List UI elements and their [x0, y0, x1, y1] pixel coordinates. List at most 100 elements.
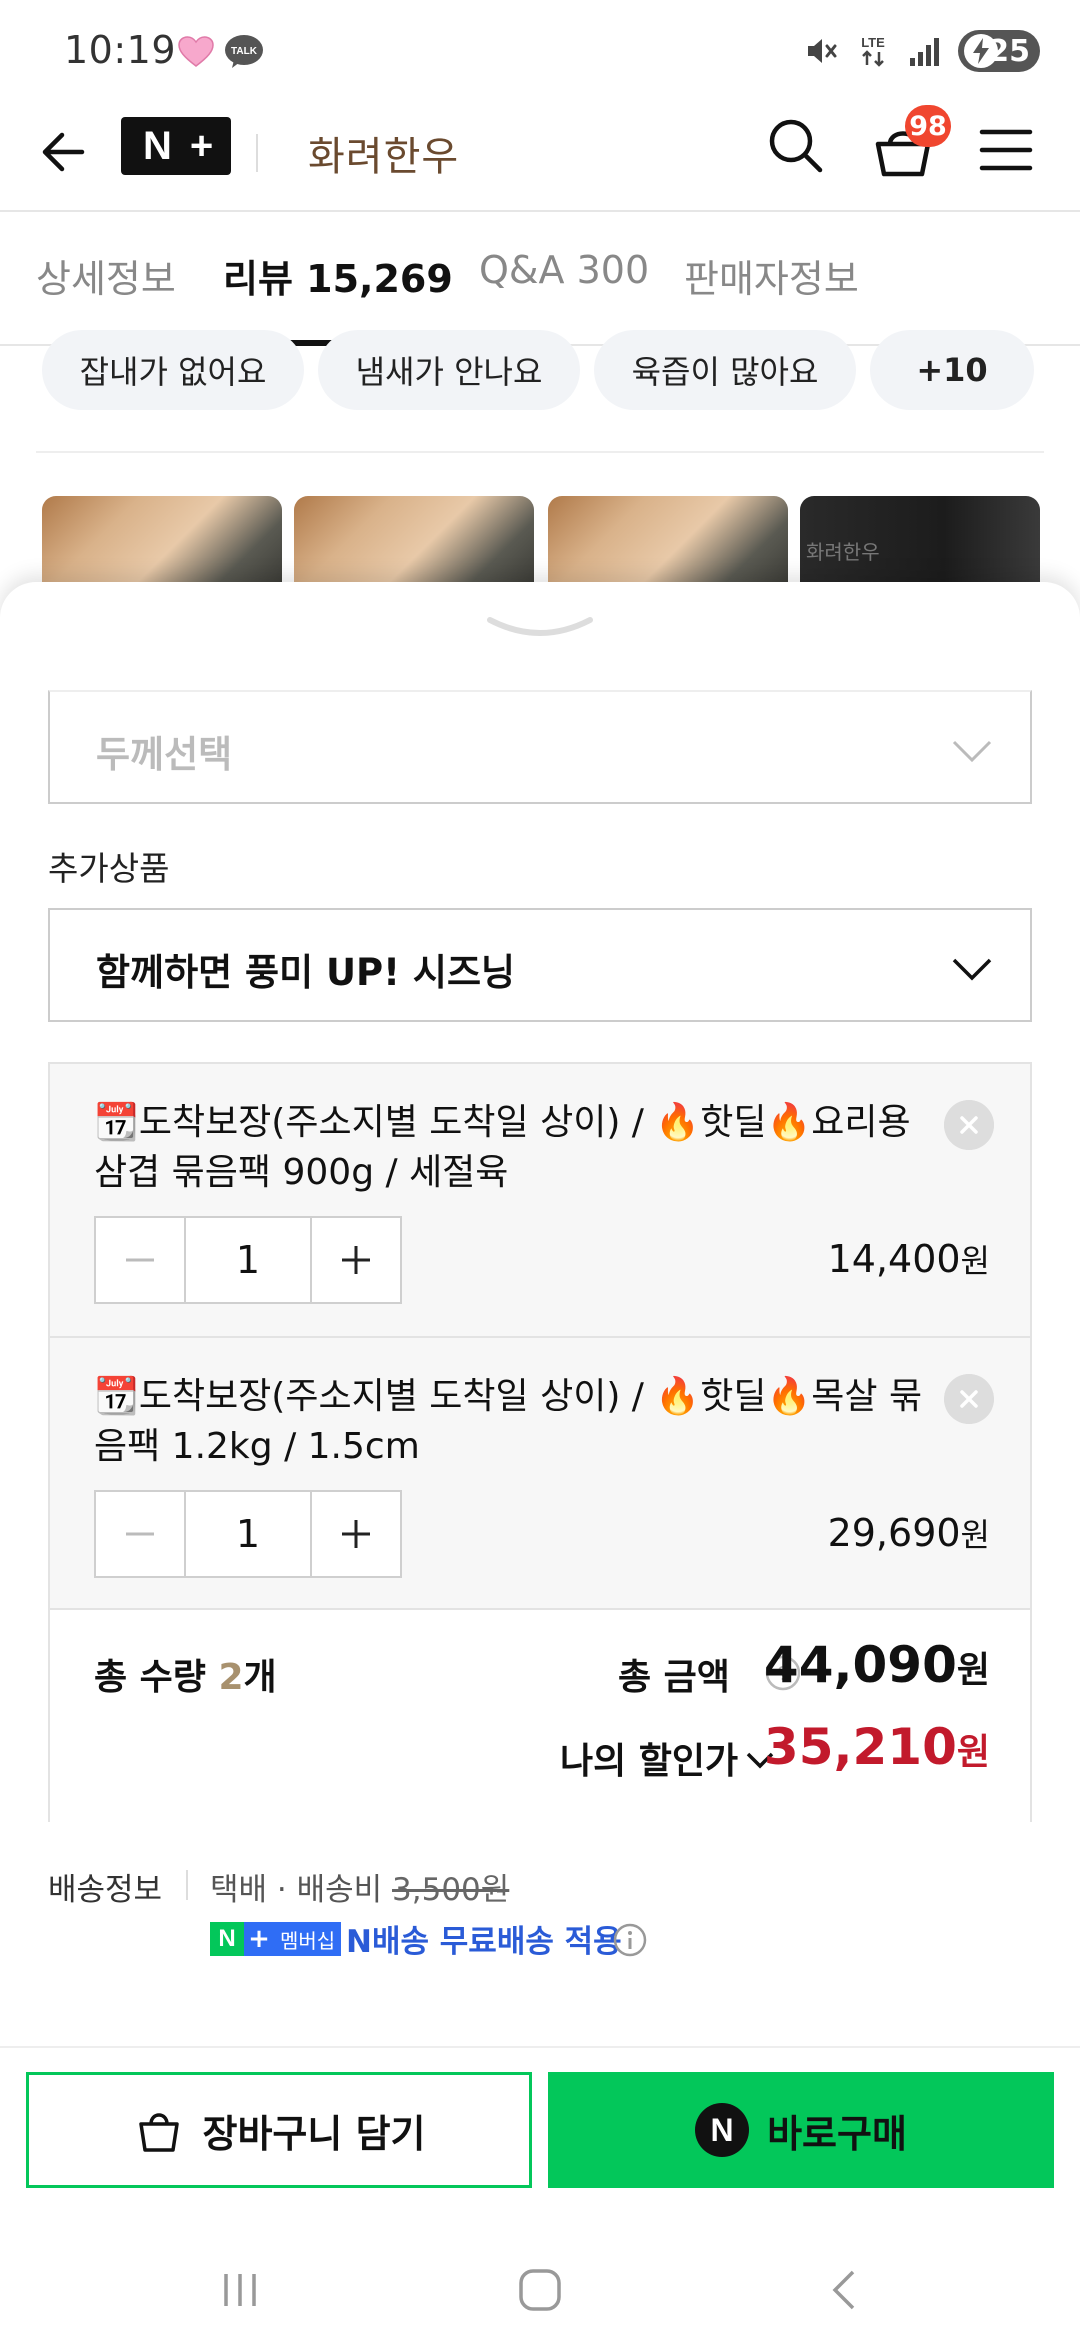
shipping-fee-original: 3,500원	[392, 1872, 510, 1908]
quantity-input[interactable]: 1	[184, 1492, 312, 1576]
divider	[36, 451, 1044, 453]
recent-apps-icon[interactable]	[210, 2260, 270, 2320]
tab-seller-info[interactable]: 판매자정보	[684, 248, 859, 303]
plus-icon	[342, 1246, 370, 1274]
status-bar: 10:19 TALK LTE 25	[0, 0, 1080, 100]
tab-reviews[interactable]: 리뷰 15,269	[223, 248, 453, 303]
option-price: 14,400원	[828, 1236, 990, 1282]
decrease-button[interactable]	[96, 1492, 184, 1576]
info-icon[interactable]	[612, 1922, 648, 1958]
quantity-stepper: 1	[94, 1216, 402, 1304]
review-photo[interactable]	[294, 496, 534, 586]
battery-indicator: 25	[958, 30, 1040, 72]
currency-unit: 원	[956, 1650, 990, 1691]
keyword-chip[interactable]: 육즙이 많아요	[594, 330, 856, 410]
signal-icon	[910, 38, 939, 66]
thickness-select-placeholder: 두께선택	[96, 733, 233, 776]
chevron-down-icon	[952, 958, 992, 981]
charging-icon	[964, 34, 998, 68]
tab-qna[interactable]: Q&A 300	[479, 248, 649, 292]
total-amount-label: 총 금액	[618, 1657, 730, 1698]
order-totals: 총 수량 2개 총 금액 ? 44,090원 나의 할인가 35,210원	[50, 1608, 1030, 1822]
total-quantity-label: 총 수량	[94, 1657, 219, 1698]
divider	[0, 2046, 1080, 2048]
mute-icon	[808, 39, 837, 63]
hamburger-menu-icon[interactable]	[976, 120, 1036, 180]
nplus-logo-text: N+	[143, 123, 232, 168]
membership-badge-n: N	[210, 1922, 244, 1956]
keyword-chip[interactable]: 잡내가 없어요	[42, 330, 304, 410]
tab-details[interactable]: 상세정보	[36, 248, 176, 303]
total-quantity: 총 수량 2개	[94, 1648, 277, 1700]
currency-unit: 원	[960, 1242, 990, 1280]
shipping-method-text: 택배 · 배송비	[210, 1872, 393, 1908]
membership-badge-text: 멤버십	[274, 1922, 342, 1956]
discount-price-toggle[interactable]: 나의 할인가	[560, 1732, 738, 1784]
product-tabs: 상세정보 리뷰 15,269 Q&A 300 판매자정보	[0, 212, 1080, 346]
option-price-value: 29,690	[827, 1511, 961, 1555]
back-nav-icon[interactable]	[815, 2260, 875, 2320]
lte-icon: LTE	[861, 35, 885, 67]
plus-icon	[342, 1520, 370, 1548]
keyword-chip[interactable]: 냄새가 안나요	[318, 330, 580, 410]
shipping-info-label: 배송정보	[48, 1872, 163, 1908]
search-icon[interactable]	[764, 114, 828, 178]
naver-n-icon: N	[695, 2103, 750, 2157]
increase-button[interactable]	[312, 1218, 400, 1302]
option-name: 📆도착보장(주소지별 도착일 상이) / 🔥핫딜🔥목살 묶음팩 1.2kg / …	[94, 1376, 923, 1467]
nplus-logo[interactable]: N+	[121, 117, 231, 175]
addon-select-value: 함께하면 풍미 UP! 시즈닝	[96, 951, 516, 994]
buy-now-button[interactable]: N 바로구매	[548, 2072, 1054, 2188]
review-photo[interactable]: 화려한우	[800, 496, 1040, 586]
sheet-collapse-handle-icon[interactable]	[484, 612, 596, 646]
increase-button[interactable]	[312, 1492, 400, 1576]
close-icon[interactable]	[944, 1100, 994, 1150]
svg-text:TALK: TALK	[231, 46, 258, 57]
heart-icon	[178, 36, 214, 67]
system-navigation-bar	[0, 2242, 1080, 2340]
shipping-method: 택배 · 배송비 3,500원	[210, 1864, 509, 1909]
selected-options: 📆도착보장(주소지별 도착일 상이) / 🔥핫딜🔥요리용삼겹 묶음팩 900g …	[48, 1062, 1032, 1822]
option-price: 29,690원	[828, 1510, 990, 1556]
option-item: 📆도착보장(주소지별 도착일 상이) / 🔥핫딜🔥요리용삼겹 묶음팩 900g …	[50, 1064, 1030, 1336]
total-amount: 44,090원	[764, 1636, 990, 1694]
thickness-select[interactable]: 두께선택	[48, 690, 1032, 804]
chevron-down-icon	[952, 740, 992, 763]
review-photo-caption: 화려한우	[806, 540, 880, 564]
review-keyword-chips: 잡내가 없어요 냄새가 안나요 육즙이 많아요 +10	[40, 330, 1080, 410]
close-icon[interactable]	[944, 1374, 994, 1424]
membership-badge-plus: +	[244, 1922, 274, 1956]
quantity-input[interactable]: 1	[184, 1218, 312, 1302]
option-item: 📆도착보장(주소지별 도착일 상이) / 🔥핫딜🔥목살 묶음팩 1.2kg / …	[50, 1336, 1030, 1608]
total-amount-value: 44,090	[763, 1636, 957, 1694]
minus-icon	[126, 1258, 154, 1262]
store-name[interactable]: 화려한우	[308, 124, 459, 182]
header-divider	[256, 134, 258, 172]
minus-icon	[126, 1532, 154, 1536]
total-quantity-value: 2	[218, 1657, 244, 1698]
review-photo[interactable]	[548, 496, 788, 586]
status-time: 10:19	[64, 28, 177, 72]
addon-select[interactable]: 함께하면 풍미 UP! 시즈닝	[48, 908, 1032, 1022]
currency-unit: 원	[956, 1732, 990, 1773]
keyword-more-chip[interactable]: +10	[870, 330, 1034, 410]
discount-price: 35,210원	[764, 1718, 990, 1776]
currency-unit: 원	[960, 1516, 990, 1554]
add-to-cart-label: 장바구니 담기	[202, 2111, 426, 2156]
review-photo[interactable]	[42, 496, 282, 586]
addon-label: 추가상품	[48, 849, 170, 888]
kakaotalk-icon: TALK	[225, 35, 263, 68]
option-price-value: 14,400	[827, 1237, 961, 1281]
discount-price-value: 35,210	[763, 1718, 957, 1776]
status-indicators: LTE 25	[802, 30, 1040, 72]
add-to-cart-button[interactable]: 장바구니 담기	[26, 2072, 532, 2188]
cart-count-badge: 98	[905, 105, 951, 147]
free-shipping-text: N배송 무료배송 적용	[346, 1924, 622, 1960]
membership-badge: N + 멤버십	[210, 1922, 342, 1956]
home-icon[interactable]	[510, 2260, 570, 2320]
shopping-bag-icon	[138, 2113, 179, 2152]
divider	[186, 1870, 188, 1900]
total-quantity-unit: 개	[243, 1657, 277, 1698]
decrease-button[interactable]	[96, 1218, 184, 1302]
back-arrow-icon[interactable]	[36, 122, 96, 182]
